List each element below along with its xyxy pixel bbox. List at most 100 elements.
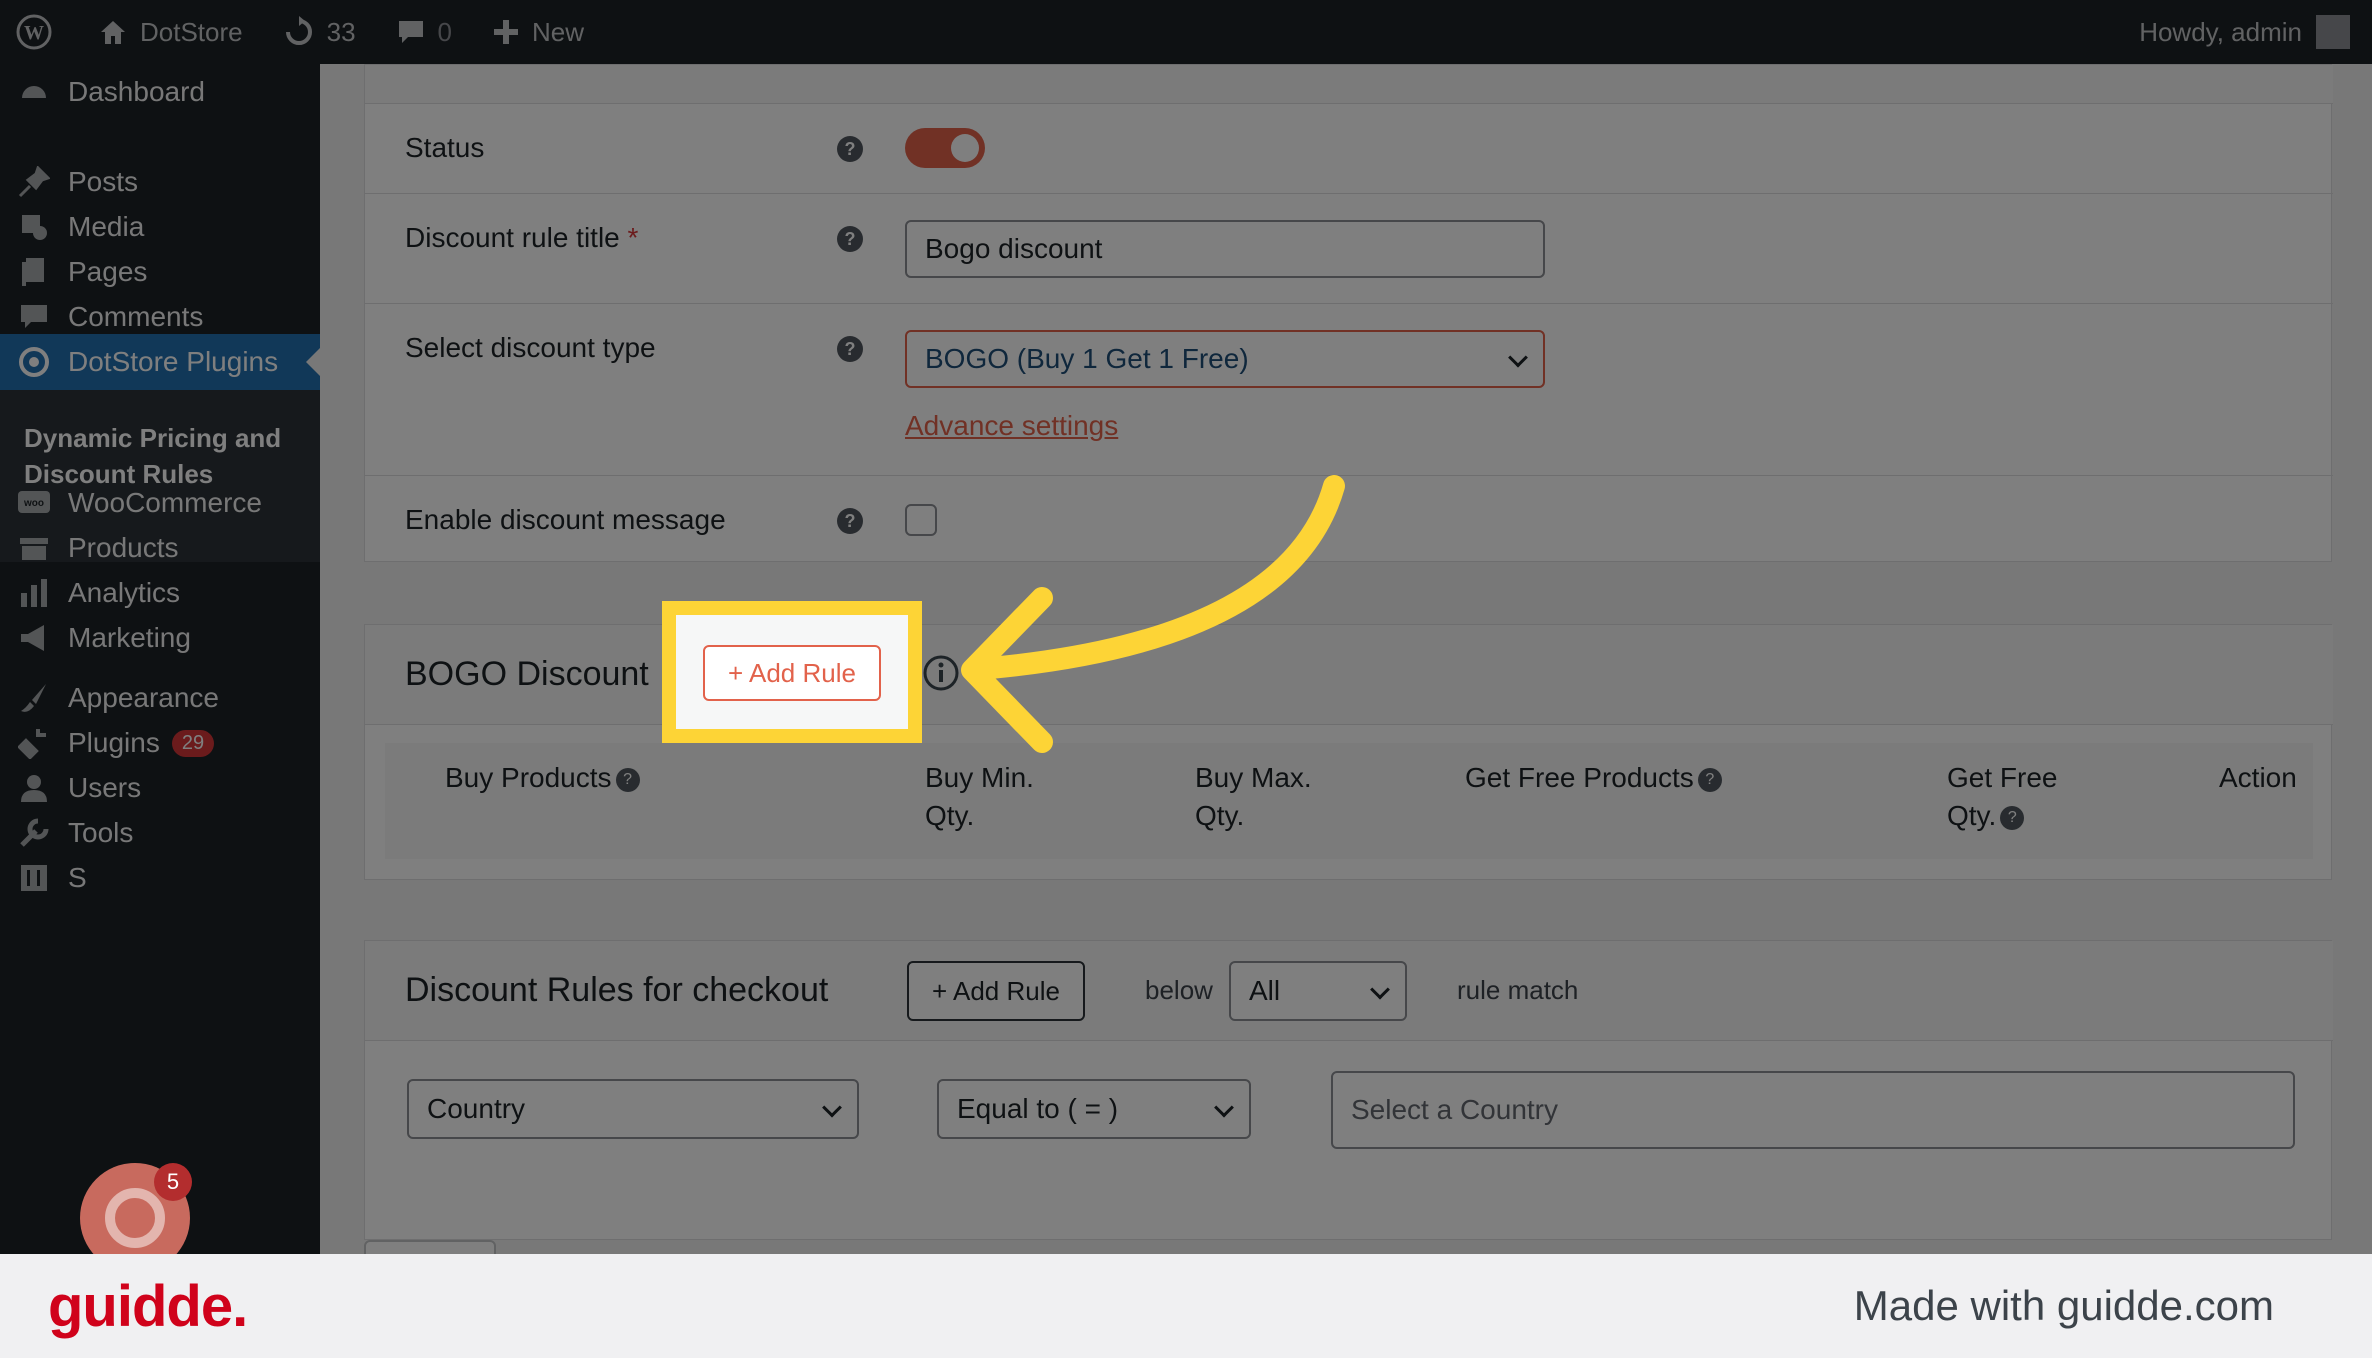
active-indicator <box>306 348 320 376</box>
column-action: Action <box>2219 762 2297 793</box>
discount-title-value: Bogo discount <box>925 233 1103 264</box>
bogo-title: BOGO Discount <box>405 655 649 693</box>
checkout-rules-card: Discount Rules for checkout + Add Rule b… <box>364 940 2333 1240</box>
column-buy-min-qty: Buy Min. Qty. <box>925 762 1034 831</box>
record-icon <box>105 1188 165 1248</box>
type-label: Select discount type <box>405 332 656 363</box>
sidebar-item-label: Users <box>68 772 142 803</box>
sidebar-item-label: Posts <box>68 166 139 197</box>
column-buy-max-qty: Buy Max. Qty. <box>1195 762 1312 831</box>
chevron-down-icon <box>1214 1097 1234 1118</box>
title-row: Discount rule title * ? Bogo discount <box>365 193 2333 303</box>
help-icon[interactable]: ? <box>837 136 863 162</box>
wrench-icon <box>16 815 52 851</box>
plugin-icon <box>16 725 52 761</box>
notification-badge: 5 <box>154 1163 192 1201</box>
sidebar-item-label: Comments <box>68 301 204 332</box>
partial-button[interactable] <box>364 1240 496 1254</box>
main-content: Status ? Discount rule title * ? Bogo di… <box>320 64 2372 1254</box>
sidebar-item-label: Products <box>68 532 179 563</box>
sidebar-item-settings[interactable]: S <box>0 850 320 906</box>
plus-icon <box>494 20 518 44</box>
pages-icon <box>16 254 52 290</box>
checkout-add-rule-button[interactable]: + Add Rule <box>907 961 1085 1021</box>
country-search-input[interactable]: Select a Country <box>1331 1071 2295 1149</box>
help-icon[interactable]: ? <box>837 226 863 252</box>
condition-value: Country <box>427 1093 526 1124</box>
updates-link[interactable]: 33 <box>271 0 368 64</box>
bar-chart-icon <box>16 575 52 611</box>
rule-match-select[interactable]: All <box>1229 961 1407 1021</box>
plugins-update-badge: 29 <box>171 729 215 757</box>
sidebar-item-label: Plugins <box>68 727 160 758</box>
media-icon <box>16 209 52 245</box>
rule-match-value: All <box>1249 975 1281 1006</box>
checkout-header: Discount Rules for checkout + Add Rule b… <box>365 941 2333 1041</box>
discount-type-value: BOGO (Buy 1 Get 1 Free) <box>925 343 1249 374</box>
discount-type-select[interactable]: BOGO (Buy 1 Get 1 Free) <box>905 330 1545 388</box>
condition-select[interactable]: Country <box>407 1079 859 1139</box>
box-icon <box>16 530 52 566</box>
sidebar-item-dashboard[interactable]: Dashboard <box>0 64 320 120</box>
type-row: Select discount type ? BOGO (Buy 1 Get 1… <box>365 303 2333 475</box>
discount-message-checkbox[interactable] <box>905 504 937 536</box>
howdy-text: Howdy, admin <box>2139 16 2302 47</box>
home-icon <box>101 21 125 44</box>
sidebar-item-label: Dashboard <box>68 76 205 107</box>
operator-select[interactable]: Equal to ( = ) <box>937 1079 1251 1139</box>
column-get-free-products: Get Free Products? <box>1465 759 1722 797</box>
guidde-logo[interactable]: guidde. <box>48 1273 248 1340</box>
status-toggle[interactable] <box>905 128 985 168</box>
sidebar-item-label: WooCommerce <box>68 487 262 518</box>
comment-icon <box>16 299 52 335</box>
chevron-down-icon <box>822 1097 842 1118</box>
sidebar-item-marketing[interactable]: Marketing <box>0 610 320 666</box>
help-icon[interactable]: ? <box>1697 767 1722 792</box>
bogo-add-rule-button[interactable]: + Add Rule <box>703 645 881 701</box>
info-icon[interactable] <box>922 654 960 692</box>
discount-title-input[interactable]: Bogo discount <box>905 220 1545 278</box>
status-label: Status <box>405 132 485 163</box>
sidebar-item-label: Tools <box>68 817 134 848</box>
account-menu[interactable]: Howdy, admin <box>2139 0 2350 64</box>
bogo-discount-card: BOGO Discount Buy Products? Buy Min. Qty… <box>364 624 2333 880</box>
refresh-icon <box>285 16 312 45</box>
operator-value: Equal to ( = ) <box>957 1093 1119 1124</box>
updates-count: 33 <box>326 16 356 47</box>
comments-link[interactable]: 0 <box>384 0 464 64</box>
sidebar-item-label: S <box>68 862 87 893</box>
made-with-text: Made with guidde.com <box>1853 1282 2274 1329</box>
discount-configuration-card: Status ? Discount rule title * ? Bogo di… <box>364 64 2333 562</box>
megaphone-icon <box>16 620 52 656</box>
sidebar-item-label: Media <box>68 211 145 242</box>
bogo-table-header: Buy Products? Buy Min. Qty. Buy Max. Qty… <box>385 743 2313 859</box>
advance-settings-link[interactable]: Advance settings <box>905 410 1118 442</box>
message-label: Enable discount message <box>405 504 726 535</box>
admin-bar: W DotStore 33 0 New Howdy, admin <box>0 0 2372 64</box>
new-content-link[interactable]: New <box>480 0 596 64</box>
site-name: DotStore <box>140 16 243 47</box>
help-icon[interactable]: ? <box>2000 805 2025 830</box>
site-name-link[interactable]: DotStore <box>86 0 255 64</box>
help-icon[interactable]: ? <box>837 336 863 362</box>
sidebar-item-label: Appearance <box>68 682 220 713</box>
pin-icon <box>16 164 52 200</box>
required-mark: * <box>627 222 639 253</box>
status-row: Status ? <box>365 103 2333 193</box>
help-icon[interactable]: ? <box>615 767 640 792</box>
help-icon[interactable]: ? <box>837 508 863 534</box>
sidebar-item-dotstore-plugins[interactable]: DotStore Plugins <box>0 334 320 390</box>
rule-match-text: rule match <box>1457 975 1579 1005</box>
comments-count: 0 <box>437 16 452 47</box>
sidebar-item-label: Pages <box>68 256 148 287</box>
column-buy-products: Buy Products? <box>445 759 640 797</box>
target-icon <box>16 344 52 380</box>
card-header-strip <box>365 65 2333 103</box>
wordpress-logo[interactable]: W <box>0 0 64 64</box>
avatar <box>2316 15 2350 49</box>
country-placeholder: Select a Country <box>1351 1094 1558 1125</box>
sidebar-item-label: DotStore Plugins <box>68 346 279 377</box>
new-label: New <box>532 16 585 47</box>
woo-icon: woo <box>16 485 52 521</box>
checkout-title: Discount Rules for checkout <box>405 971 829 1009</box>
